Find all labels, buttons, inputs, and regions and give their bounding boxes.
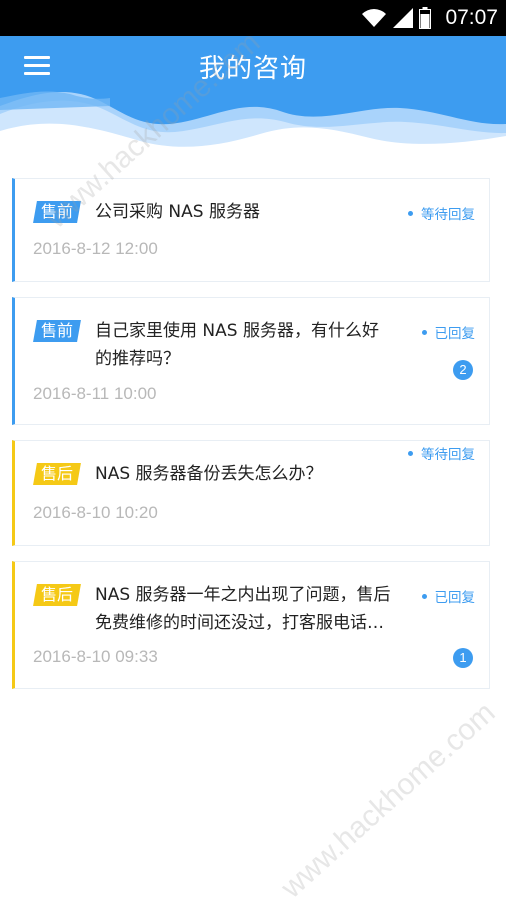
status-label[interactable]: 等待回复 (408, 443, 475, 463)
status-bar: 07:07 (0, 0, 506, 36)
unread-count-badge: 1 (453, 648, 473, 668)
signal-icon (393, 8, 414, 28)
consultation-datetime: 2016-8-12 12:00 (33, 239, 158, 258)
consultation-card[interactable]: 售前 自己家里使用 NAS 服务器，有什么好 的推荐吗？ 2016-8-11 1… (12, 297, 490, 425)
status-dot-icon (408, 450, 413, 456)
pre-sale-tag: 售前 (33, 320, 81, 342)
watermark: www.hackhome.com (275, 695, 502, 905)
status-dot-icon (421, 593, 427, 599)
unread-count-badge: 2 (453, 360, 473, 380)
consultation-subject: 自己家里使用 NAS 服务器，有什么好 的推荐吗？ (95, 321, 379, 369)
pre-sale-tag: 售前 (33, 201, 81, 223)
battery-icon (419, 7, 432, 29)
status-label[interactable]: 等待回复 (408, 203, 475, 223)
after-sale-tag: 售后 (33, 584, 81, 606)
consultation-card[interactable]: 售后 NAS 服务器一年之内出现了问题，售后 免费维修的时间还没过，打客服电话…… (12, 561, 490, 689)
wifi-icon (362, 9, 387, 27)
consultation-card[interactable]: 售前 公司采购 NAS 服务器 2016-8-12 12:00 等待回复 (12, 178, 490, 282)
status-time: 07:07 (445, 6, 498, 29)
consultation-datetime: 2016-8-11 10:00 (33, 384, 157, 403)
consultation-card[interactable]: 售后 NAS 服务器备份丢失怎么办？ 2016-8-10 10:20 等待回复 (12, 440, 490, 546)
consultation-subject: NAS 服务器一年之内出现了问题，售后 免费维修的时间还没过，打客服电话… (95, 585, 391, 633)
page-title: 我的咨询 (198, 54, 307, 84)
consultation-subject: 公司采购 NAS 服务器 (95, 202, 260, 222)
app-header: 我的咨询 (0, 36, 506, 166)
consultation-datetime: 2016-8-10 09:33 (33, 647, 158, 666)
after-sale-tag: 售后 (33, 463, 81, 485)
status-label[interactable]: 已回复 (421, 322, 475, 342)
status-dot-icon (421, 329, 427, 335)
status-dot-icon (408, 210, 413, 216)
status-label[interactable]: 已回复 (421, 586, 475, 606)
consultation-datetime: 2016-8-10 10:20 (33, 503, 158, 522)
consultation-subject: NAS 服务器备份丢失怎么办？ (95, 464, 323, 484)
status-icons: 07:07 (361, 0, 498, 36)
